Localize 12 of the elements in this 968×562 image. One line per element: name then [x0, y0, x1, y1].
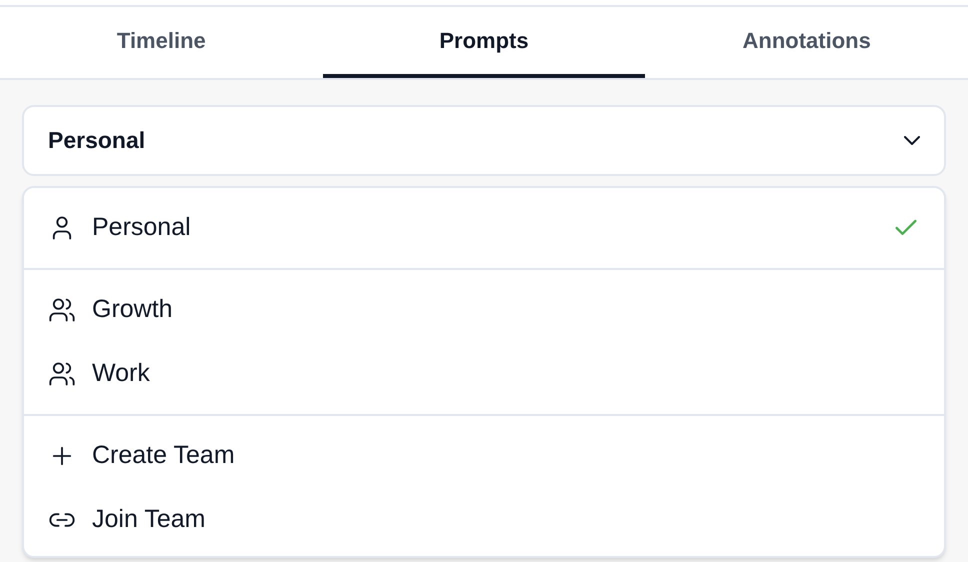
- tab[interactable]: Annotations: [645, 7, 968, 78]
- menu-item[interactable]: Personal: [24, 196, 944, 260]
- menu-item[interactable]: Growth: [24, 278, 944, 342]
- menu-item[interactable]: Work: [24, 342, 944, 406]
- people-icon: [48, 296, 76, 324]
- menu-item[interactable]: Join Team: [24, 488, 944, 552]
- chevron-icon: [904, 136, 920, 145]
- dropdown-select[interactable]: Personal: [22, 105, 946, 176]
- tab[interactable]: Timeline: [0, 7, 323, 78]
- menu-item[interactable]: Create Team: [24, 424, 944, 488]
- people-icon: [48, 360, 76, 388]
- tab[interactable]: Prompts: [322, 7, 646, 78]
